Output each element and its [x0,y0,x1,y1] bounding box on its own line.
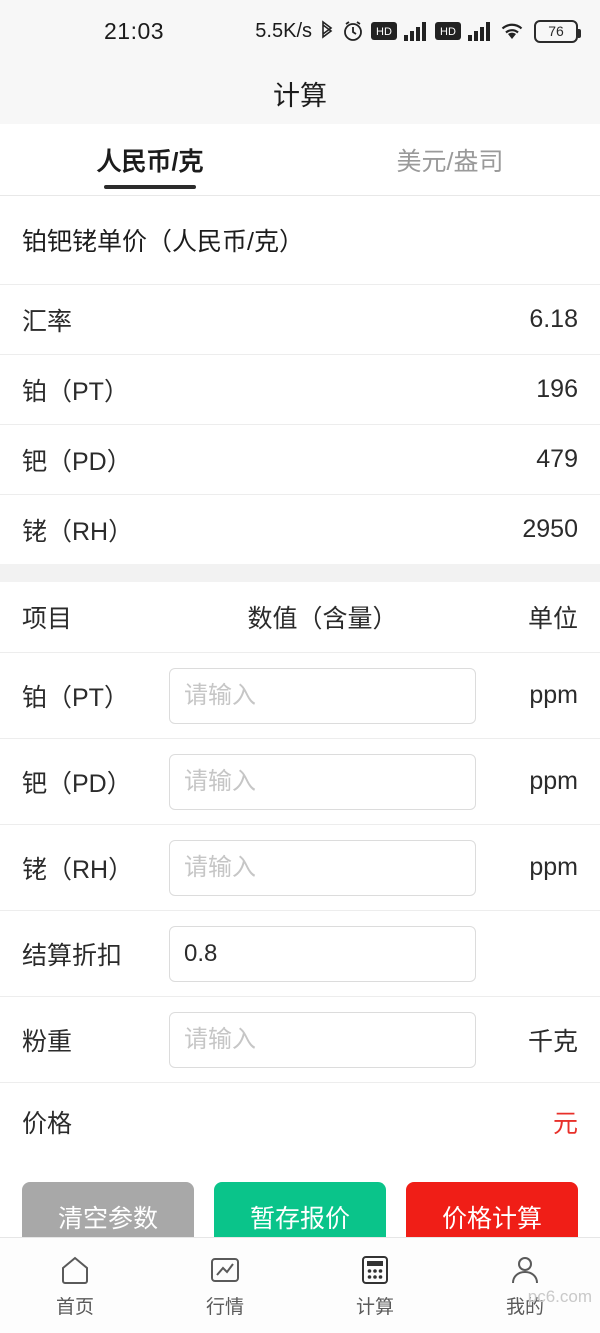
input-row-platinum-label: 铂（PT） [22,683,129,712]
nav-item-market[interactable]: 行情 [150,1253,300,1319]
input-row-rhodium-label: 铑（RH） [22,855,134,884]
price-result-row: 价格 元 [0,1082,600,1160]
signal-icon-2 [468,21,492,41]
status-time: 21:03 [104,17,165,44]
chart-icon [209,1253,241,1287]
row-rhodium-price: 铑（RH） 2950 [0,494,600,564]
row-rhodium-price-label: 铑（RH） [22,517,134,546]
input-row-palladium-unit: ppm [529,767,578,795]
weight-field-wrap [157,1011,488,1068]
rhodium-field-wrap [157,839,488,896]
calculator-icon [359,1253,391,1287]
input-row-platinum: 铂（PT） ppm [0,652,600,738]
powder-weight-input[interactable] [169,1011,476,1068]
alarm-icon [342,20,364,42]
nav-item-home[interactable]: 首页 [0,1253,150,1319]
header-unit: 单位 [527,605,578,633]
input-row-platinum-unit: ppm [529,681,578,709]
discount-input[interactable] [169,925,476,982]
row-exchange-rate-label: 汇率 [22,307,73,336]
input-row-palladium: 钯（PD） ppm [0,738,600,824]
svg-text:HD: HD [440,26,456,38]
home-icon [59,1253,91,1287]
status-bar: 21:03 5.5K/s HD HD 76 [0,0,600,62]
row-platinum-price-value: 196 [536,375,578,403]
input-row-discount: 结算折扣 [0,910,600,996]
save-quote-button[interactable]: 暂存报价 [214,1182,386,1237]
row-rhodium-price-value: 2950 [522,515,578,543]
nav-item-calculator[interactable]: 计算 [300,1253,450,1319]
hd-icon: HD [371,22,397,40]
input-card: 项目 数值（含量） 单位 铂（PT） ppm 钯（PD） ppm 铑（RH） [0,582,600,1237]
wifi-icon [499,21,525,41]
header-item: 项目 [22,605,73,633]
page-title: 计算 [273,80,327,111]
user-icon [509,1253,541,1287]
main-content: 铂钯铑单价（人民币/克） 汇率 6.18 铂（PT） 196 钯（PD） 479… [0,196,600,1237]
svg-text:HD: HD [376,26,392,38]
input-row-discount-label: 结算折扣 [22,941,123,970]
discount-field-wrap [157,925,488,982]
row-exchange-rate: 汇率 6.18 [0,284,600,354]
palladium-field-wrap [157,753,488,810]
palladium-ppm-input[interactable] [169,753,476,810]
input-row-rhodium: 铑（RH） ppm [0,824,600,910]
nav-item-profile[interactable]: 我的 [450,1253,600,1319]
watermark: pc6.com [527,1287,592,1306]
rhodium-ppm-input[interactable] [169,839,476,896]
platinum-field-wrap [157,667,488,724]
input-row-palladium-label: 钯（PD） [22,769,132,798]
bluetooth-icon [319,20,335,42]
battery-level: 76 [548,23,564,39]
status-icons: 5.5K/s HD HD 76 [255,19,581,43]
row-exchange-rate-value: 6.18 [529,305,578,333]
price-result-unit: 元 [552,1109,578,1138]
bottom-navigation: 首页 行情 计算 我的 pc6.com [0,1237,600,1333]
row-platinum-price: 铂（PT） 196 [0,354,600,424]
tab-usd-ounce-label: 美元/盎司 [396,147,504,176]
platinum-ppm-input[interactable] [169,667,476,724]
input-row-rhodium-unit: ppm [529,853,578,881]
section-divider [0,564,600,582]
unit-price-card: 铂钯铑单价（人民币/克） 汇率 6.18 铂（PT） 196 钯（PD） 479… [0,196,600,564]
nav-item-calculator-label: 计算 [355,1296,394,1318]
hd-icon-2: HD [435,22,461,40]
input-row-weight-label: 粉重 [22,1027,73,1056]
network-speed-label: 5.5K/s [255,19,312,42]
row-platinum-price-label: 铂（PT） [22,377,129,406]
nav-item-home-label: 首页 [55,1296,94,1318]
tab-cny-gram-label: 人民币/克 [96,147,204,176]
input-row-weight-unit: 千克 [527,1027,578,1056]
action-buttons: 清空参数 暂存报价 价格计算 [0,1160,600,1237]
input-table-header: 项目 数值（含量） 单位 [0,582,600,652]
battery-icon: 76 [534,19,581,43]
tab-usd-ounce[interactable]: 美元/盎司 [300,124,600,195]
signal-icon [404,21,428,41]
row-palladium-price-value: 479 [536,445,578,473]
currency-tabs: 人民币/克 美元/盎司 [0,124,600,196]
row-palladium-price-label: 钯（PD） [22,447,132,476]
header-value: 数值（含量） [247,605,398,633]
row-palladium-price: 钯（PD） 479 [0,424,600,494]
input-row-weight: 粉重 千克 [0,996,600,1082]
tab-cny-gram[interactable]: 人民币/克 [0,124,300,195]
unit-price-header: 铂钯铑单价（人民币/克） [22,228,304,256]
calculate-price-button[interactable]: 价格计算 [406,1182,578,1237]
phone-screen: 21:03 5.5K/s HD HD 76 计算 人民币/克 美元/盎司 铂钯铑… [0,0,600,1333]
nav-item-market-label: 行情 [205,1296,244,1318]
title-bar: 计算 [0,62,600,124]
clear-params-button[interactable]: 清空参数 [22,1182,194,1237]
price-result-label: 价格 [22,1109,73,1138]
